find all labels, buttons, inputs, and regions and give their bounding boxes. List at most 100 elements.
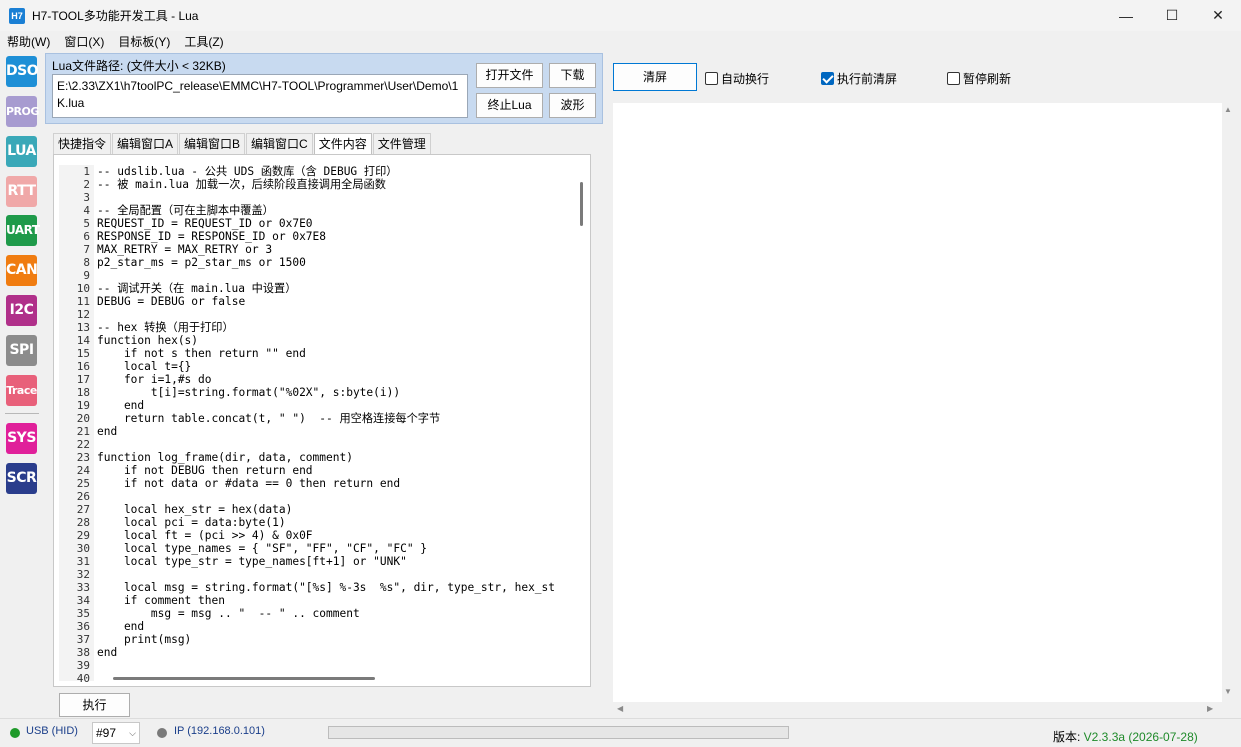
- editor-tabs: 快捷指令 编辑窗口A 编辑窗口B 编辑窗口C 文件内容 文件管理: [53, 133, 432, 155]
- code-line[interactable]: DEBUG = DEBUG or false: [97, 295, 245, 308]
- scroll-up-arrow-icon[interactable]: ▲: [1224, 105, 1232, 114]
- output-horizontal-scrollbar[interactable]: ◀ ▶: [613, 702, 1222, 716]
- code-line[interactable]: if not DEBUG then return end: [97, 464, 313, 477]
- line-number: 17: [76, 373, 90, 386]
- code-line[interactable]: local t={}: [97, 360, 191, 373]
- code-line[interactable]: -- 全局配置（可在主脚本中覆盖）: [97, 204, 274, 217]
- device-select[interactable]: #97 ⌵: [92, 722, 140, 744]
- tab-quick-commands[interactable]: 快捷指令: [53, 133, 112, 154]
- title-bar: H7 H7-TOOL多功能开发工具 - Lua — ☐ ✕: [0, 0, 1241, 31]
- code-line[interactable]: local type_str = type_names[ft+1] or "UN…: [97, 555, 407, 568]
- line-number: 25: [76, 477, 90, 490]
- auto-wrap-checkbox-box[interactable]: [705, 72, 718, 85]
- minimize-button[interactable]: —: [1103, 0, 1149, 31]
- code-line[interactable]: function hex(s): [97, 334, 198, 347]
- menu-target-board[interactable]: 目标板(Y): [111, 33, 177, 50]
- scroll-right-arrow-icon[interactable]: ▶: [1207, 704, 1213, 713]
- line-number: 1: [83, 165, 90, 178]
- scroll-left-arrow-icon[interactable]: ◀: [617, 704, 623, 713]
- sidebar-sys-button[interactable]: SYS: [6, 423, 37, 454]
- close-button[interactable]: ✕: [1195, 0, 1241, 31]
- code-line[interactable]: if comment then: [97, 594, 225, 607]
- code-line[interactable]: end: [97, 620, 144, 633]
- line-number: 35: [76, 607, 90, 620]
- code-line[interactable]: end: [97, 399, 144, 412]
- clear-before-run-checkbox-box[interactable]: [821, 72, 834, 85]
- sidebar-dso-button[interactable]: DSO: [6, 56, 39, 87]
- code-line[interactable]: -- 调试开关（在 main.lua 中设置）: [97, 282, 296, 295]
- code-line[interactable]: for i=1,#s do: [97, 373, 212, 386]
- code-text-area[interactable]: -- udslib.lua - 公共 UDS 函数库（含 DEBUG 打印） --…: [97, 165, 573, 681]
- output-vertical-scrollbar[interactable]: ▲ ▼: [1222, 103, 1235, 702]
- download-button[interactable]: 下载: [549, 63, 596, 88]
- code-line[interactable]: end: [97, 425, 117, 438]
- auto-wrap-checkbox[interactable]: 自动换行: [705, 70, 769, 87]
- clear-before-run-checkbox[interactable]: 执行前清屏: [821, 70, 897, 87]
- sidebar-prog-button[interactable]: PROG: [6, 96, 39, 127]
- open-file-button[interactable]: 打开文件: [476, 63, 543, 88]
- line-number-gutter: 1 2 3 4 5 6 7 8 9 10 11 12 13 14 15 16 17 18 19 20 21 22 23 24 2…: [59, 165, 94, 685]
- device-select-value: #97: [96, 726, 117, 740]
- code-line[interactable]: if not s then return "" end: [97, 347, 306, 360]
- code-line[interactable]: RESPONSE_ID = RESPONSE_ID or 0x7E8: [97, 230, 326, 243]
- menu-bar: 帮助(W) 窗口(X) 目标板(Y) 工具(Z): [0, 31, 1241, 51]
- sidebar-lua-button[interactable]: LUA: [6, 136, 37, 167]
- code-line[interactable]: -- udslib.lua - 公共 UDS 函数库（含 DEBUG 打印）: [97, 165, 397, 178]
- code-line[interactable]: -- hex 转换（用于打印）: [97, 321, 234, 334]
- code-line[interactable]: t[i]=string.format("%02X", s:byte(i)): [97, 386, 400, 399]
- code-line[interactable]: print(msg): [97, 633, 191, 646]
- code-line[interactable]: p2_star_ms = p2_star_ms or 1500: [97, 256, 306, 269]
- pause-refresh-checkbox[interactable]: 暂停刷新: [947, 70, 1011, 87]
- tab-file-manager[interactable]: 文件管理: [372, 133, 431, 154]
- code-line[interactable]: MAX_RETRY = MAX_RETRY or 3: [97, 243, 272, 256]
- code-line[interactable]: local pci = data:byte(1): [97, 516, 286, 529]
- code-line[interactable]: end: [97, 646, 117, 659]
- tab-edit-window-c[interactable]: 编辑窗口C: [246, 133, 313, 154]
- code-editor[interactable]: 1 2 3 4 5 6 7 8 9 10 11 12 13 14 15 16 17 18 19 20 21 22 23 24 2…: [53, 154, 591, 687]
- lua-path-field[interactable]: E:\2.33\ZX1\h7toolPC_release\EMMC\H7-TOO…: [52, 74, 468, 118]
- sidebar-can-button[interactable]: CAN: [6, 255, 38, 286]
- editor-vertical-scrollbar[interactable]: [573, 165, 585, 670]
- sidebar-spi-button[interactable]: SPI: [6, 335, 37, 366]
- maximize-button[interactable]: ☐: [1149, 0, 1195, 31]
- line-number: 37: [76, 633, 90, 646]
- code-line[interactable]: local ft = (pci >> 4) & 0x0F: [97, 529, 313, 542]
- code-line[interactable]: msg = msg .. " -- " .. comment: [97, 607, 360, 620]
- tab-edit-window-b[interactable]: 编辑窗口B: [179, 133, 246, 154]
- code-line[interactable]: local type_names = { "SF", "FF", "CF", "…: [97, 542, 427, 555]
- line-number: 26: [76, 490, 90, 503]
- editor-horizontal-scrollbar[interactable]: [97, 671, 573, 683]
- editor-horizontal-scroll-thumb[interactable]: [113, 677, 375, 680]
- line-number: 29: [76, 529, 90, 542]
- scroll-down-arrow-icon[interactable]: ▼: [1224, 687, 1232, 696]
- sidebar-uart-button[interactable]: UART: [6, 215, 40, 246]
- auto-wrap-label: 自动换行: [721, 72, 770, 86]
- output-console[interactable]: [613, 103, 1222, 702]
- line-number: 22: [76, 438, 90, 451]
- pause-refresh-checkbox-box[interactable]: [947, 72, 960, 85]
- tab-edit-window-a[interactable]: 编辑窗口A: [112, 133, 179, 154]
- code-line[interactable]: -- 被 main.lua 加载一次，后续阶段直接调用全局函数: [97, 178, 386, 191]
- execute-button[interactable]: 执行: [59, 693, 130, 717]
- stop-lua-button[interactable]: 终止Lua: [476, 93, 543, 118]
- menu-help[interactable]: 帮助(W): [0, 33, 57, 50]
- tab-file-content[interactable]: 文件内容: [313, 133, 372, 155]
- sidebar-rtt-button[interactable]: RTT: [6, 176, 37, 207]
- sidebar-trace-button[interactable]: Trace: [6, 375, 37, 406]
- line-number: 40: [76, 672, 90, 685]
- code-line[interactable]: REQUEST_ID = REQUEST_ID or 0x7E0: [97, 217, 313, 230]
- code-line[interactable]: local msg = string.format("[%s] %-3s %s"…: [97, 581, 555, 594]
- clear-screen-button[interactable]: 清屏: [613, 63, 697, 91]
- sidebar-scr-button[interactable]: SCR: [6, 463, 37, 494]
- editor-vertical-scroll-thumb[interactable]: [580, 182, 583, 226]
- app-icon: H7: [9, 7, 25, 24]
- code-line[interactable]: if not data or #data == 0 then return en…: [97, 477, 400, 490]
- code-line[interactable]: function log_frame(dir, data, comment): [97, 451, 353, 464]
- waveform-button[interactable]: 波形: [549, 93, 596, 118]
- line-number: 12: [76, 308, 90, 321]
- code-line[interactable]: return table.concat(t, " ") -- 用空格连接每个字节: [97, 412, 440, 425]
- sidebar-i2c-button[interactable]: I2C: [6, 295, 37, 326]
- menu-tools[interactable]: 工具(Z): [177, 33, 230, 50]
- menu-window[interactable]: 窗口(X): [57, 33, 111, 50]
- code-line[interactable]: local hex_str = hex(data): [97, 503, 292, 516]
